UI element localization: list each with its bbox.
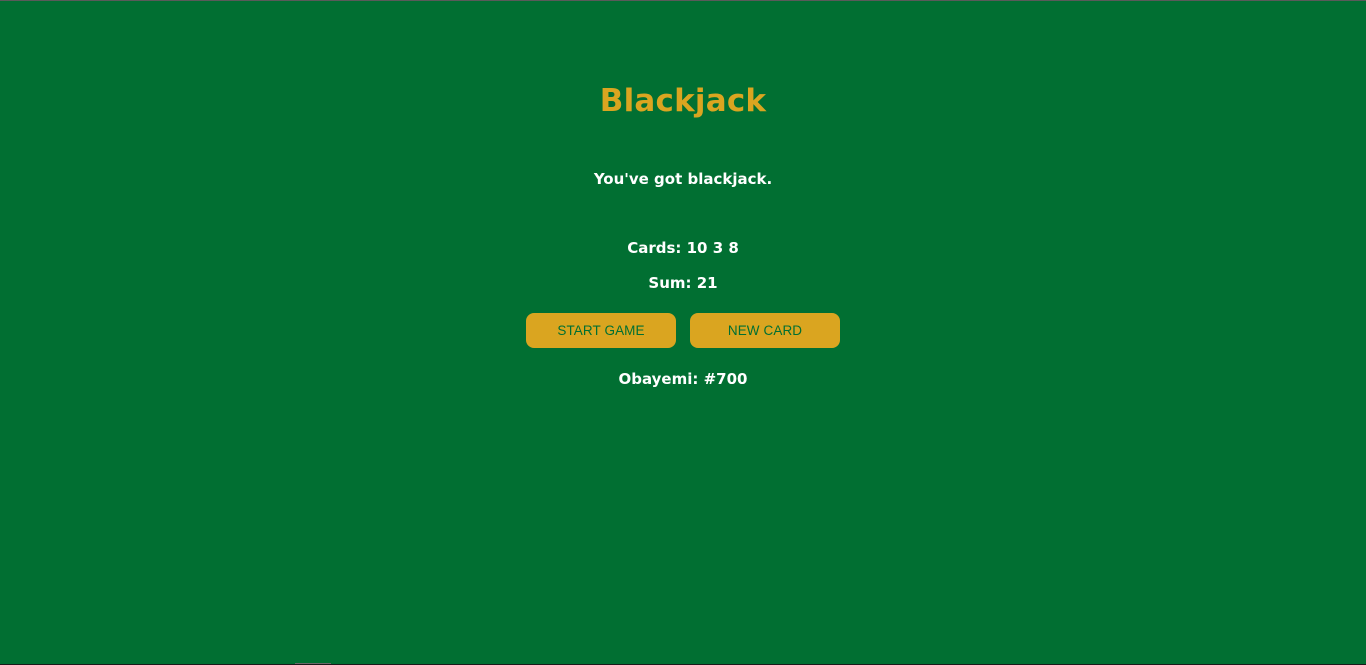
player-info: Obayemi: #700 (618, 370, 748, 388)
game-title: Blackjack (599, 83, 767, 119)
start-game-button[interactable]: START GAME (526, 313, 676, 348)
cards-text: Cards: 10 3 8 (627, 239, 739, 257)
sum-text: Sum: 21 (648, 274, 718, 292)
new-card-button[interactable]: NEW CARD (690, 313, 840, 348)
scrollbar-thumb (295, 663, 331, 664)
message-text: You've got blackjack. (593, 170, 773, 188)
